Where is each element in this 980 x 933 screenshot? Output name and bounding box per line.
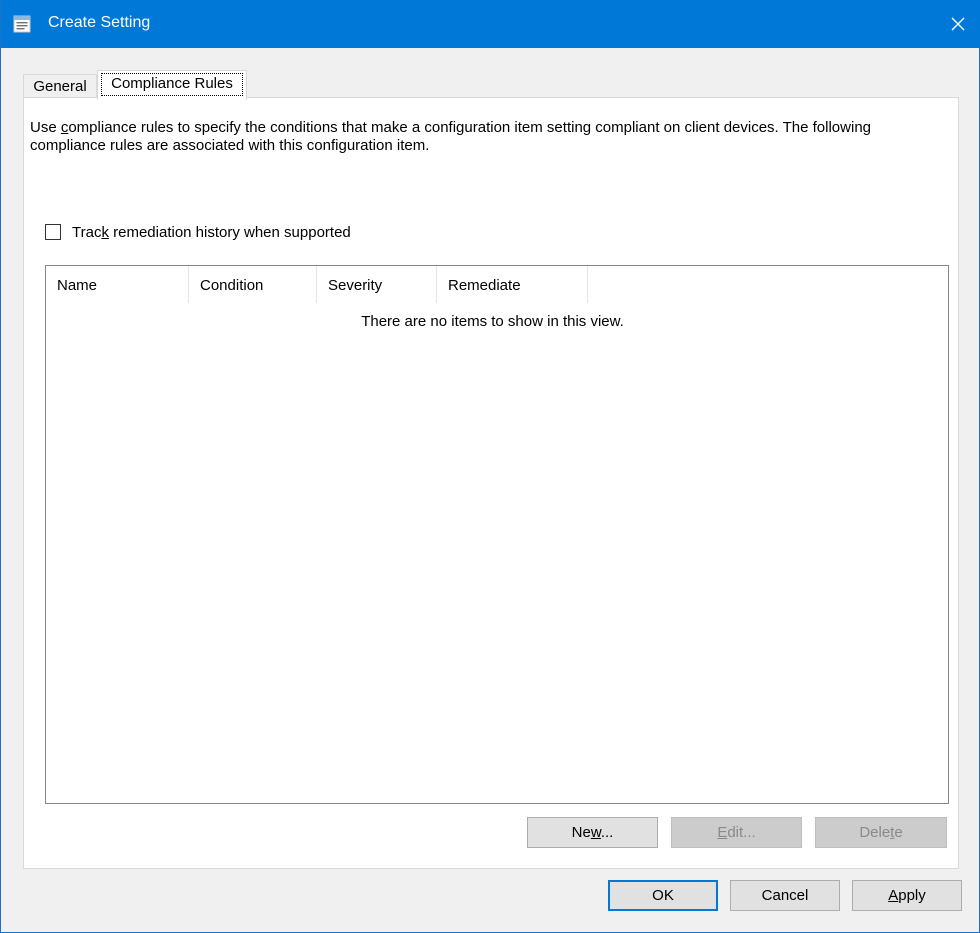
tab-general-label: General xyxy=(33,78,87,95)
close-icon xyxy=(951,17,965,31)
dialog-title: Create Setting xyxy=(48,14,151,31)
tab-compliance-rules[interactable]: Compliance Rules xyxy=(97,70,247,100)
tab-compliance-rules-label: Compliance Rules xyxy=(101,73,243,96)
column-header-condition[interactable]: Condition xyxy=(189,266,317,303)
track-remediation-option[interactable]: Track remediation history when supported xyxy=(45,222,351,242)
compliance-rules-description: Use compliance rules to specify the cond… xyxy=(30,119,871,154)
tab-general[interactable]: General xyxy=(23,74,97,98)
title-bar[interactable]: Create Setting xyxy=(1,0,980,48)
edit-rule-button[interactable]: Edit... xyxy=(671,817,802,848)
column-header-severity[interactable]: Severity xyxy=(317,266,437,303)
cancel-button[interactable]: Cancel xyxy=(730,880,840,911)
new-rule-button[interactable]: New... xyxy=(527,817,658,848)
ok-button[interactable]: OK xyxy=(608,880,718,911)
create-setting-dialog: Create Setting General Compliance Rules … xyxy=(0,0,980,933)
compliance-rules-list[interactable]: Name Condition Severity Remediate There … xyxy=(45,265,949,804)
dialog-icon xyxy=(12,14,32,34)
column-header-name[interactable]: Name xyxy=(46,266,189,303)
track-remediation-checkbox[interactable] xyxy=(45,224,61,240)
delete-rule-button[interactable]: Delete xyxy=(815,817,947,848)
track-remediation-label: Track remediation history when supported xyxy=(72,223,351,241)
empty-list-message: There are no items to show in this view. xyxy=(361,313,624,330)
close-button[interactable] xyxy=(935,0,980,48)
column-header-remediate[interactable]: Remediate xyxy=(437,266,588,303)
apply-button[interactable]: Apply xyxy=(852,880,962,911)
